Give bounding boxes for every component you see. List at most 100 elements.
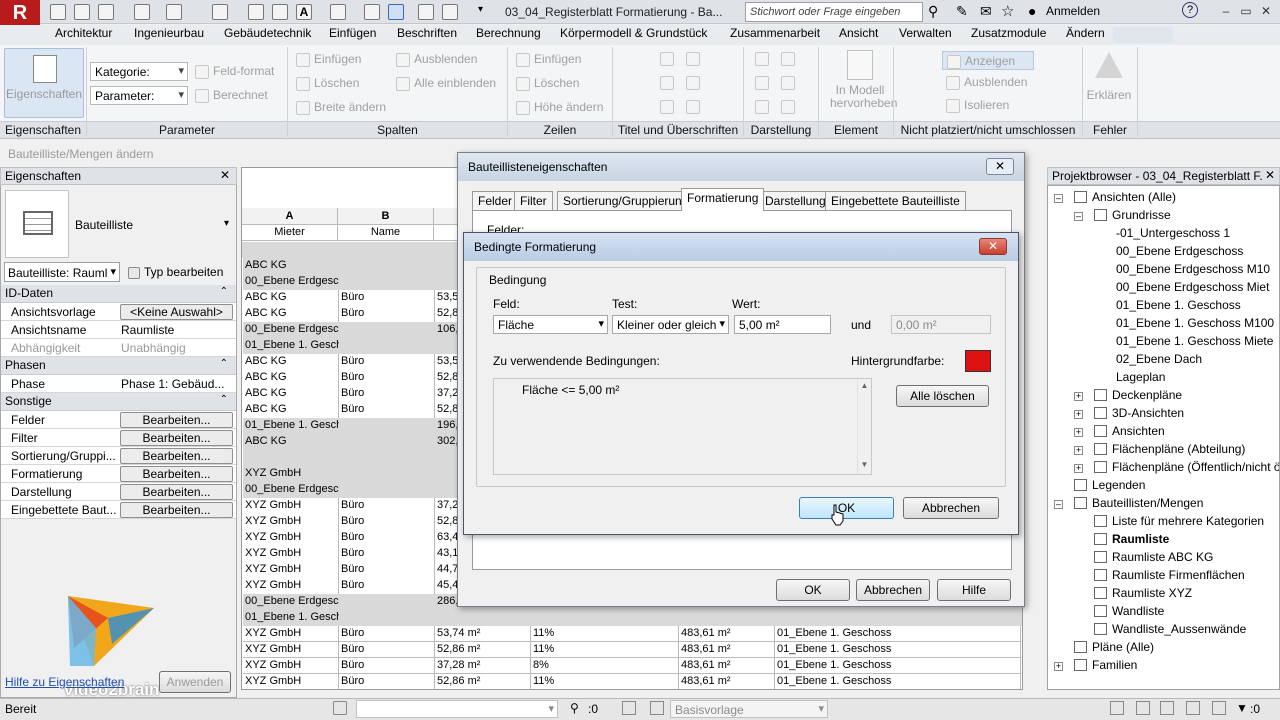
- tree-item[interactable]: 01_Ebene 1. Geschoss M100: [1116, 316, 1274, 330]
- select-by-face-icon[interactable]: [1186, 701, 1200, 715]
- group-phasen[interactable]: Phasen ⌃: [1, 357, 236, 375]
- close-icon[interactable]: ✕: [979, 238, 1007, 255]
- tab-eingebettete[interactable]: Eingebettete Bauteilliste: [825, 191, 966, 211]
- editable-only-icon[interactable]: [622, 701, 636, 715]
- tab-berechnung[interactable]: Berechnung: [476, 26, 541, 40]
- tree-item[interactable]: 00_Ebene Erdgeschoss Miet: [1116, 280, 1269, 294]
- row-height-button[interactable]: Höhe ändern: [516, 100, 603, 115]
- isolate-button[interactable]: Isolieren: [946, 98, 1009, 113]
- sync-icon[interactable]: [98, 4, 114, 20]
- field-format-button[interactable]: Feld-format: [195, 64, 274, 79]
- collapse-icon[interactable]: –: [1054, 194, 1063, 203]
- tab-koerpermodell[interactable]: Körpermodell & Grundstück: [560, 26, 707, 40]
- tree-item[interactable]: Grundrisse: [1094, 208, 1171, 222]
- tab-felder[interactable]: Felder: [472, 191, 519, 211]
- close-icon[interactable]: ✕: [220, 168, 230, 182]
- thin-lines-icon[interactable]: [388, 4, 404, 20]
- design-options-icon[interactable]: [650, 701, 664, 715]
- tree-item[interactable]: Familien: [1074, 658, 1137, 672]
- col-letter-a[interactable]: A: [242, 208, 338, 224]
- expand-icon[interactable]: +: [1074, 410, 1083, 419]
- tab-einfuegen[interactable]: Einfügen: [329, 26, 376, 40]
- group-sonstige[interactable]: Sonstige ⌃: [1, 393, 236, 411]
- table-row[interactable]: 01_Ebene 1. Geschoss: [243, 610, 1022, 626]
- selection-filter-icon[interactable]: ⚲: [570, 701, 579, 715]
- close-icon[interactable]: ✕: [1262, 168, 1275, 182]
- edit-filter-button[interactable]: Bearbeiten...: [120, 430, 233, 446]
- tree-item[interactable]: Ansichten (Alle): [1074, 190, 1176, 204]
- tree-item[interactable]: Wandliste: [1094, 604, 1164, 618]
- help-search-input[interactable]: Stichwort oder Frage eingeben: [745, 2, 923, 22]
- open-icon[interactable]: [50, 4, 66, 20]
- properties-help-link[interactable]: Hilfe zu Eigenschaften: [5, 675, 124, 689]
- edit-fields-button[interactable]: Bearbeiten...: [120, 412, 233, 428]
- properties-ribbon-button[interactable]: Eigenschaften: [4, 48, 84, 118]
- group-id-daten[interactable]: ID-Daten ⌃: [1, 285, 236, 303]
- field-select[interactable]: Fläche: [493, 315, 608, 334]
- binoculars-icon[interactable]: ⚲: [928, 3, 938, 20]
- close-hidden-icon[interactable]: [418, 4, 434, 20]
- tree-item[interactable]: Bauteillisten/Mengen: [1074, 496, 1203, 510]
- redo-icon[interactable]: [166, 4, 182, 20]
- apply-button[interactable]: Anwenden: [159, 671, 231, 693]
- outer-cancel-button[interactable]: Abbrechen: [856, 579, 930, 601]
- hide-unplaced-button[interactable]: Ausblenden: [946, 75, 1027, 90]
- select-underlay-icon[interactable]: [1136, 701, 1150, 715]
- drag-on-select-icon[interactable]: [1212, 701, 1226, 715]
- filter-icon[interactable]: ▼: [1236, 701, 1248, 715]
- tree-item[interactable]: Raumliste XYZ: [1094, 586, 1192, 600]
- tree-item[interactable]: Deckenpläne: [1094, 388, 1182, 402]
- col-header-name[interactable]: Name: [338, 225, 434, 240]
- inner-cancel-button[interactable]: Abbrechen: [903, 497, 999, 519]
- text-icon[interactable]: A: [296, 4, 312, 20]
- worksets-icon[interactable]: [333, 701, 347, 715]
- show-button[interactable]: Anzeigen: [942, 51, 1034, 70]
- close-icon[interactable]: ✕: [986, 158, 1014, 175]
- tree-item[interactable]: Flächenpläne (Abteilung): [1094, 442, 1245, 456]
- condition-item[interactable]: Fläche <= 5,00 m²: [522, 383, 619, 397]
- unhide-all-button[interactable]: Alle einblenden: [396, 76, 496, 91]
- undo-icon[interactable]: [134, 4, 150, 20]
- restore-icon[interactable]: ▭: [1236, 3, 1256, 19]
- tab-aendern[interactable]: Ändern: [1066, 26, 1105, 40]
- 3d-view-icon[interactable]: [330, 4, 346, 20]
- help-icon[interactable]: ?: [1182, 2, 1198, 18]
- tree-item[interactable]: 00_Ebene Erdgeschoss M10: [1116, 262, 1270, 276]
- expand-icon[interactable]: +: [1054, 662, 1063, 671]
- test-select[interactable]: Kleiner oder gleich: [612, 315, 729, 334]
- table-row[interactable]: XYZ GmbH Büro 53,74 m² 11% 483,61 m² 01_Ebene…: [243, 626, 1021, 642]
- clear-all-button[interactable]: Alle löschen: [896, 385, 989, 407]
- favorites-icon[interactable]: ☆: [1001, 2, 1014, 20]
- tab-formatierung[interactable]: Formatierung: [681, 188, 765, 211]
- dimension-icon[interactable]: [248, 4, 264, 20]
- tree-item[interactable]: Flächenpläne (Öffentlich/nicht ö: [1094, 460, 1279, 474]
- tab-zusatzmodule[interactable]: Zusatzmodule: [971, 26, 1046, 40]
- workset-dropdown[interactable]: ▾: [356, 700, 558, 718]
- tab-beschriften[interactable]: Beschriften: [397, 26, 457, 40]
- col-letter-b[interactable]: B: [338, 208, 434, 224]
- tab-darstellung[interactable]: Darstellung: [759, 191, 832, 211]
- view-template-button[interactable]: <Keine Auswahl>: [120, 304, 233, 320]
- tab-architektur[interactable]: Architektur: [55, 26, 112, 40]
- tree-item[interactable]: Ansichten: [1094, 424, 1165, 438]
- background-color-swatch[interactable]: [965, 350, 991, 372]
- calculated-button[interactable]: Berechnet: [195, 88, 268, 103]
- outer-ok-button[interactable]: OK: [776, 579, 850, 601]
- tab-filter[interactable]: Filter: [514, 191, 553, 211]
- tab-ingenieurbau[interactable]: Ingenieurbau: [134, 26, 204, 40]
- design-option-dropdown[interactable]: Basisvorlage ▾: [670, 700, 828, 718]
- expand-icon[interactable]: +: [1074, 392, 1083, 401]
- col-width-button[interactable]: Breite ändern: [296, 100, 386, 115]
- tab-gebaeudetechnik[interactable]: Gebäudetechnik: [224, 26, 311, 40]
- login-link[interactable]: Anmelden: [1046, 4, 1100, 18]
- tree-item[interactable]: Raumliste: [1094, 532, 1169, 546]
- tree-item[interactable]: Pläne (Alle): [1074, 640, 1154, 654]
- tree-item[interactable]: 02_Ebene Dach: [1116, 352, 1202, 366]
- select-links-icon[interactable]: [1110, 701, 1124, 715]
- row-delete-button[interactable]: Löschen: [516, 76, 579, 91]
- table-row[interactable]: XYZ GmbH Büro 52,86 m² 11% 483,61 m² 01_Ebene…: [243, 674, 1021, 689]
- row-insert-button[interactable]: Einfügen: [516, 52, 581, 67]
- phase-field[interactable]: Phase 1: Gebäud...: [121, 377, 224, 391]
- chevron-down-icon[interactable]: ▾: [224, 218, 229, 229]
- close-icon[interactable]: ✕: [1256, 3, 1276, 19]
